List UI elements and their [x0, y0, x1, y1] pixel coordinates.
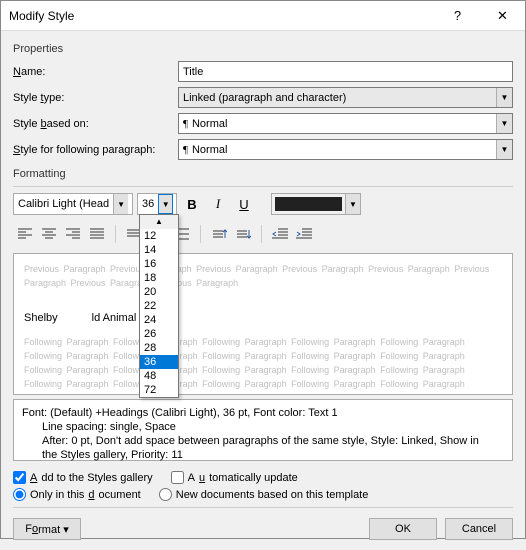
- font-color-picker[interactable]: ▼: [271, 193, 361, 215]
- cancel-button[interactable]: Cancel: [445, 518, 513, 540]
- toolbar-divider: [200, 225, 201, 243]
- help-button[interactable]: ?: [435, 1, 480, 31]
- font-combo[interactable]: Calibri Light (Head▼: [13, 193, 133, 215]
- preview-pane: Previous Paragraph Previous Paragraph Pr…: [13, 253, 513, 395]
- close-button[interactable]: ✕: [480, 1, 525, 31]
- following-select[interactable]: ¶Normal▼: [178, 139, 513, 160]
- window-title: Modify Style: [9, 9, 74, 23]
- scroll-up-icon[interactable]: ▲: [140, 215, 178, 229]
- following-paragraph-text: Following Paragraph Following Paragraph …: [24, 363, 502, 377]
- size-option-20[interactable]: 20: [140, 285, 178, 299]
- size-option-36[interactable]: 36: [140, 355, 178, 369]
- underline-button[interactable]: U: [233, 193, 255, 215]
- name-label: Name:: [13, 66, 178, 78]
- size-option-14[interactable]: 14: [140, 243, 178, 257]
- formatting-header: Formatting: [13, 168, 513, 180]
- align-justify-button[interactable]: [85, 223, 109, 245]
- ok-button[interactable]: OK: [369, 518, 437, 540]
- based-on-label: Style based on:: [13, 118, 178, 130]
- chevron-down-icon[interactable]: ▼: [496, 114, 512, 133]
- indent-decrease-button[interactable]: [268, 223, 292, 245]
- size-option-16[interactable]: 16: [140, 257, 178, 271]
- following-paragraph-text: Following Paragraph Following Paragraph …: [24, 391, 502, 395]
- italic-button[interactable]: I: [207, 193, 229, 215]
- following-label: Style for following paragraph:: [13, 144, 178, 156]
- size-option-28[interactable]: 28: [140, 341, 178, 355]
- space-before-inc-button[interactable]: [207, 223, 231, 245]
- toolbar-divider: [261, 225, 262, 243]
- based-on-select[interactable]: ¶Normal▼: [178, 113, 513, 134]
- title-bar: Modify Style ? ✕: [1, 1, 525, 31]
- bold-button[interactable]: B: [181, 193, 203, 215]
- font-size-dropdown[interactable]: ▲ 121416182022242628364872: [139, 214, 179, 398]
- divider: [13, 507, 513, 508]
- divider: [13, 186, 513, 187]
- add-to-gallery-checkbox[interactable]: Add to the Styles gallery: [13, 471, 153, 484]
- color-swatch: [275, 197, 342, 211]
- auto-update-checkbox[interactable]: Automatically update: [171, 471, 298, 484]
- align-left-button[interactable]: [13, 223, 37, 245]
- chevron-down-icon[interactable]: ▼: [158, 194, 173, 214]
- align-center-button[interactable]: [37, 223, 61, 245]
- indent-increase-button[interactable]: [292, 223, 316, 245]
- style-type-select: Linked (paragraph and character)▼: [178, 87, 513, 108]
- new-documents-radio[interactable]: New documents based on this template: [159, 488, 369, 501]
- following-paragraph-text: Following Paragraph Following Paragraph …: [24, 349, 502, 363]
- style-type-label: Style type:: [13, 92, 178, 104]
- format-button[interactable]: Format ▾: [13, 518, 81, 540]
- chevron-down-icon[interactable]: ▼: [345, 194, 360, 214]
- paragraph-toolbar: [13, 223, 513, 245]
- style-description: Font: (Default) +Headings (Calibri Light…: [13, 399, 513, 461]
- toolbar-divider: [115, 225, 116, 243]
- paragraph-icon: ¶: [183, 118, 188, 130]
- previous-paragraph-text: Paragraph Previous Paragraph Previous Pa…: [24, 276, 502, 290]
- following-paragraph-text: Following Paragraph Following Paragraph …: [24, 335, 502, 349]
- sample-text: Shelbyld Animal Rescue: [24, 296, 502, 329]
- size-option-12[interactable]: 12: [140, 229, 178, 243]
- paragraph-icon: ¶: [183, 144, 188, 156]
- size-option-22[interactable]: 22: [140, 299, 178, 313]
- only-in-document-radio[interactable]: Only in this document: [13, 488, 141, 501]
- space-before-dec-button[interactable]: [231, 223, 255, 245]
- chevron-down-icon: ▼: [496, 88, 512, 107]
- chevron-down-icon[interactable]: ▼: [496, 140, 512, 159]
- properties-header: Properties: [13, 43, 513, 55]
- formatting-toolbar: Calibri Light (Head▼ 36▼ B I U ▼ ▲ 12141…: [13, 193, 513, 215]
- chevron-down-icon[interactable]: ▼: [113, 194, 128, 214]
- size-option-18[interactable]: 18: [140, 271, 178, 285]
- size-option-24[interactable]: 24: [140, 313, 178, 327]
- font-size-combo[interactable]: 36▼: [137, 193, 177, 215]
- size-option-26[interactable]: 26: [140, 327, 178, 341]
- window-controls: ? ✕: [435, 1, 525, 31]
- name-input[interactable]: Title: [178, 61, 513, 82]
- align-right-button[interactable]: [61, 223, 85, 245]
- following-paragraph-text: Following Paragraph Following Paragraph …: [24, 377, 502, 391]
- previous-paragraph-text: Previous Paragraph Previous Paragraph Pr…: [24, 262, 502, 276]
- size-option-48[interactable]: 48: [140, 369, 178, 383]
- size-option-72[interactable]: 72: [140, 383, 178, 397]
